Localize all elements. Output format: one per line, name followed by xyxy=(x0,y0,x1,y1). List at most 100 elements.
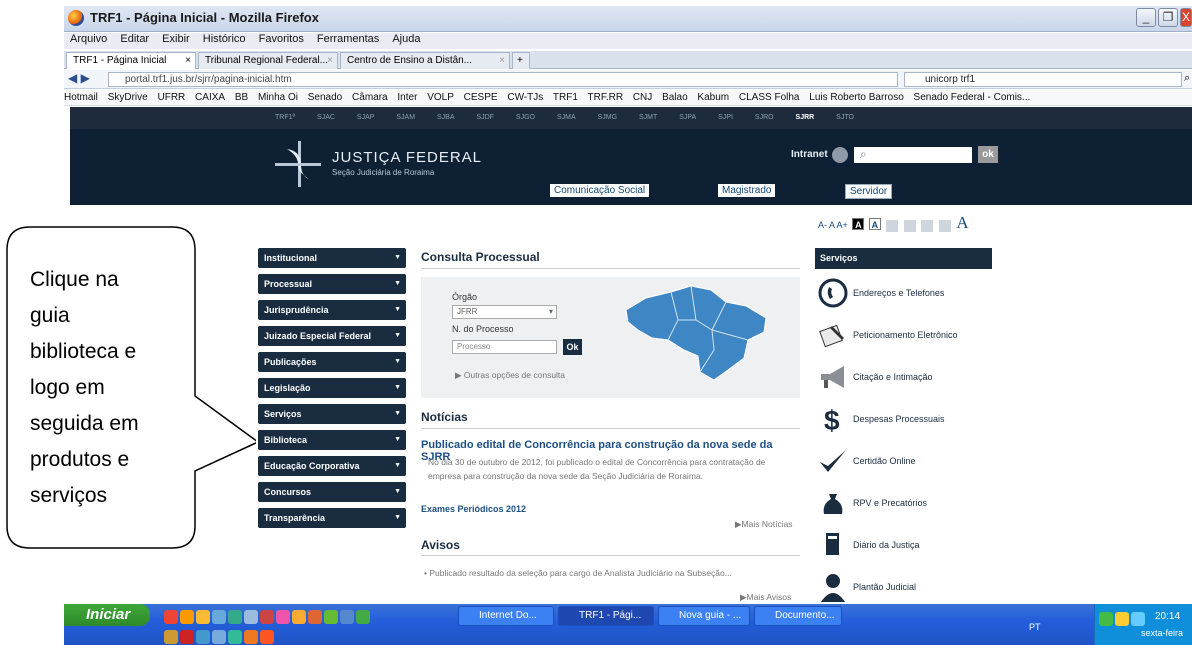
maximize-button[interactable]: ❐ xyxy=(1158,8,1178,27)
nav-comunicacao-social[interactable]: Comunicação Social xyxy=(550,184,650,197)
bookmark-item[interactable]: Senado xyxy=(308,92,342,103)
servico-diario[interactable]: Diário da Justiça xyxy=(815,528,992,568)
intranet-link[interactable]: Intranet xyxy=(791,149,828,160)
app-icon[interactable] xyxy=(340,609,354,624)
menu-arquivo[interactable]: Arquivo xyxy=(70,33,107,45)
bookmark-item[interactable]: BB xyxy=(235,92,248,103)
servico-plantao[interactable]: Plantão Judicial xyxy=(815,570,992,602)
tray-icon[interactable] xyxy=(1115,611,1129,626)
brazil-map-icon[interactable] xyxy=(616,280,786,390)
minimize-button[interactable]: _ xyxy=(1136,8,1156,27)
bookmark-item[interactable]: CNJ xyxy=(633,92,652,103)
app-icon[interactable] xyxy=(164,629,178,644)
app-icon[interactable] xyxy=(180,629,194,644)
print-icon[interactable] xyxy=(886,219,899,232)
news-item-exames[interactable]: Exames Periódicos 2012 xyxy=(421,504,526,514)
app-icon[interactable] xyxy=(308,609,322,624)
search-icon[interactable]: ⌕ xyxy=(1184,72,1190,85)
aviso-item[interactable]: • Publicado resultado da seleção para ca… xyxy=(424,568,732,578)
menu-historico[interactable]: Histórico xyxy=(203,33,246,45)
tray-icon[interactable] xyxy=(1099,611,1113,626)
tab-close-icon[interactable]: × xyxy=(499,53,505,69)
zoom-icon[interactable] xyxy=(921,219,934,232)
back-forward-icon[interactable]: ◀ ▶ xyxy=(68,71,90,85)
app-icon[interactable] xyxy=(244,629,258,644)
processo-ok-button[interactable]: Ok xyxy=(563,339,582,355)
servico-despesas[interactable]: $ Despesas Processuais xyxy=(815,402,992,442)
app-icon[interactable] xyxy=(324,609,338,624)
topnav-item[interactable]: SJMG xyxy=(598,107,617,129)
bookmark-item[interactable]: SkyDrive xyxy=(108,92,148,103)
contrast-dark-button[interactable]: A xyxy=(852,218,865,230)
font-decrease-button[interactable]: A- xyxy=(818,220,827,230)
app-icon[interactable] xyxy=(212,609,226,624)
topnav-item[interactable]: SJPA xyxy=(679,107,696,129)
menu-servicos[interactable]: Serviços xyxy=(258,404,406,424)
topnav-item[interactable]: SJGO xyxy=(516,107,535,129)
bookmark-item[interactable]: TRF.RR xyxy=(587,92,623,103)
nav-servidor[interactable]: Servidor xyxy=(845,184,893,199)
servico-rpv[interactable]: RPV e Precatórios xyxy=(815,486,992,526)
bookmark-item[interactable]: Inter xyxy=(397,92,417,103)
menu-juizado-especial[interactable]: Juizado Especial Federal xyxy=(258,326,406,346)
menu-exibir[interactable]: Exibir xyxy=(162,33,190,45)
topnav-item[interactable]: SJMA xyxy=(557,107,576,129)
accessibility-font-icon[interactable]: A xyxy=(956,213,968,232)
bookmark-item[interactable]: CAIXA xyxy=(195,92,225,103)
menu-publicacoes[interactable]: Publicações xyxy=(258,352,406,372)
bookmark-item[interactable]: Minha Oi xyxy=(258,92,298,103)
bookmark-item[interactable]: CW-TJs xyxy=(507,92,543,103)
menu-biblioteca[interactable]: Biblioteca xyxy=(258,430,406,450)
menu-legislacao[interactable]: Legislação xyxy=(258,378,406,398)
outras-opcoes-link[interactable]: ▶ Outras opções de consulta xyxy=(455,370,565,381)
mais-avisos-link[interactable]: ▶Mais Avisos xyxy=(740,592,791,603)
menu-concursos[interactable]: Concursos xyxy=(258,482,406,502)
app-icon[interactable] xyxy=(228,609,242,624)
app-icon[interactable] xyxy=(180,609,194,624)
topnav-item[interactable]: SJAC xyxy=(317,107,335,129)
servico-peticionamento[interactable]: Peticionamento Eletrônico xyxy=(815,318,992,358)
topnav-item[interactable]: TRF1ª xyxy=(275,107,295,129)
bookmark-item[interactable]: CESPE xyxy=(464,92,498,103)
menu-jurisprudencia[interactable]: Jurisprudência xyxy=(258,300,406,320)
menu-transparencia[interactable]: Transparência xyxy=(258,508,406,528)
bookmark-item[interactable]: Balao xyxy=(662,92,688,103)
contrast-light-button[interactable]: A xyxy=(868,218,881,230)
app-icon[interactable] xyxy=(356,609,370,624)
menu-ajuda[interactable]: Ajuda xyxy=(392,33,420,45)
app-icon[interactable] xyxy=(196,609,210,624)
topnav-item[interactable]: SJRO xyxy=(755,107,774,129)
bookmark-item[interactable]: Luis Roberto Barroso xyxy=(809,92,904,103)
tab-close-icon[interactable]: × xyxy=(185,53,191,69)
topnav-item[interactable]: SJAM xyxy=(396,107,415,129)
bookmark-item[interactable]: UFRR xyxy=(157,92,185,103)
bookmark-item[interactable]: TRF1 xyxy=(553,92,578,103)
menu-processual[interactable]: Processual xyxy=(258,274,406,294)
app-icon[interactable] xyxy=(196,629,210,644)
topnav-item[interactable]: SJBA xyxy=(437,107,455,129)
app-icon[interactable] xyxy=(212,629,226,644)
start-button[interactable]: Iniciar xyxy=(64,604,150,626)
bookmark-item[interactable]: Câmara xyxy=(352,92,388,103)
close-button[interactable]: X xyxy=(1180,8,1192,27)
app-icon[interactable] xyxy=(260,609,274,624)
menu-ferramentas[interactable]: Ferramentas xyxy=(317,33,379,45)
menu-favoritos[interactable]: Favoritos xyxy=(259,33,304,45)
url-input[interactable]: portal.trf1.jus.br/sjrr/pagina-inicial.h… xyxy=(108,72,898,87)
sitemap-icon[interactable] xyxy=(938,219,951,232)
app-icon[interactable] xyxy=(244,609,258,624)
new-tab-button[interactable]: + xyxy=(512,52,530,69)
topnav-item[interactable]: SJAP xyxy=(357,107,375,129)
tray-icon[interactable] xyxy=(1131,611,1145,626)
app-icon[interactable] xyxy=(260,629,274,644)
font-increase-button[interactable]: A+ xyxy=(837,220,848,230)
search-input[interactable]: unicorp trf1 xyxy=(904,72,1182,87)
servico-enderecos[interactable]: Endereços e Telefones xyxy=(815,276,992,316)
servico-citacao[interactable]: Citação e Intimação xyxy=(815,360,992,400)
bookmark-item[interactable]: Kabum xyxy=(697,92,729,103)
processo-input[interactable]: Processo xyxy=(452,340,557,354)
taskbar-trf1[interactable]: TRF1 - Pági... xyxy=(558,606,654,626)
app-icon[interactable] xyxy=(228,629,242,644)
taskbar-internet-download[interactable]: Internet Do... xyxy=(458,606,554,626)
intranet-icon[interactable] xyxy=(832,147,848,163)
